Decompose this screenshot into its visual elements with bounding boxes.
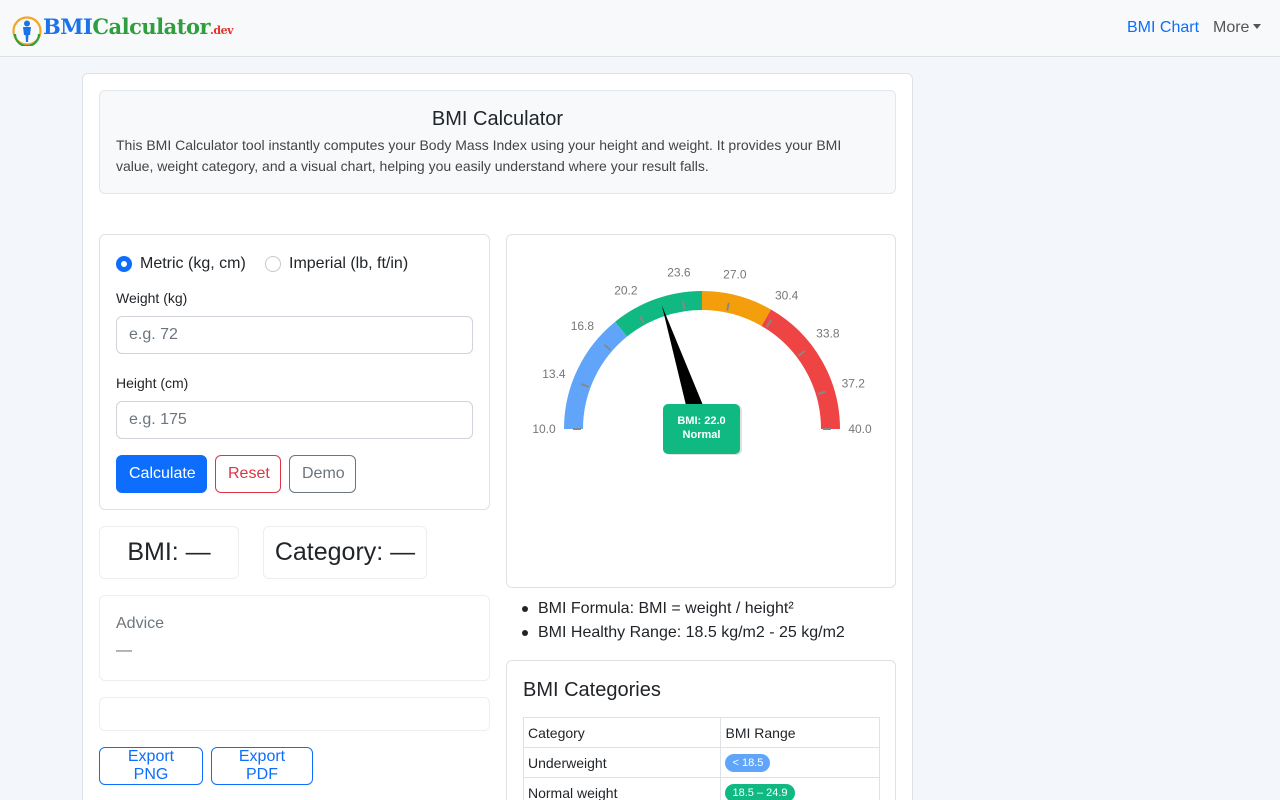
nav-more-dropdown[interactable]: More	[1213, 18, 1262, 38]
bmi-categories-card: BMI Categories Category BMI Range Underw…	[506, 660, 896, 800]
gauge-tick-label: 13.4	[542, 367, 566, 381]
bmi-healthy-range: BMI Healthy Range: 18.5 kg/m2 - 25 kg/m2	[522, 621, 845, 645]
unit-radio-metric[interactable]: Metric (kg, cm)	[116, 255, 246, 273]
demo-button[interactable]: Demo	[289, 455, 356, 493]
gauge-tick-label: 16.8	[571, 319, 595, 333]
bmi-formula: BMI Formula: BMI = weight / height²	[522, 597, 845, 621]
range-badge: 18.5 – 24.9	[725, 784, 795, 800]
unit-radio-imperial[interactable]: Imperial (lb, ft/in)	[265, 255, 408, 273]
page-title: BMI Calculator	[431, 108, 564, 130]
unit-radio-metric-label: Metric (kg, cm)	[140, 255, 246, 272]
chevron-down-icon	[1253, 24, 1262, 29]
weight-label: Weight (kg)	[116, 290, 188, 306]
range-badge: < 18.5	[725, 754, 771, 772]
height-label: Height (cm)	[116, 375, 189, 391]
nav-bmi-chart-link[interactable]: BMI Chart	[1127, 18, 1199, 38]
reset-button[interactable]: Reset	[215, 455, 281, 493]
export-png-button[interactable]: Export PNG	[99, 747, 203, 785]
gauge-segment	[701, 291, 771, 327]
gauge-category: Normal	[682, 429, 721, 441]
gauge-tick-label: 37.2	[842, 376, 866, 390]
header-category: Category	[522, 717, 722, 748]
gauge-segment	[615, 291, 703, 337]
nav-more-label: More	[1213, 19, 1250, 36]
person-logo-icon	[12, 16, 42, 46]
intro-panel: BMI Calculator This BMI Calculator tool …	[99, 90, 896, 194]
gauge-tick-label: 20.2	[614, 284, 638, 298]
table-header-row: Category BMI Range	[522, 717, 880, 748]
table-row: Normal weight 18.5 – 24.9	[522, 777, 880, 800]
gauge-tick	[682, 301, 686, 310]
bmi-result: BMI: —	[99, 526, 239, 579]
gauge-bmi-value: BMI: 22.0	[677, 415, 726, 427]
gauge-tick-label: 27.0	[723, 267, 747, 281]
gauge-tick-label: 10.0	[532, 422, 556, 436]
category-name: Normal weight	[522, 777, 722, 800]
radio-checked-icon[interactable]	[116, 256, 132, 272]
gauge-tick-label: 40.0	[848, 422, 872, 436]
categories-table: Category BMI Range Underweight < 18.5 No…	[522, 717, 880, 800]
brand-name: BMICalculator.dev	[43, 14, 233, 39]
advice-text: —	[116, 642, 132, 659]
bmi-gauge-card: 10.0 13.4 16.8 20.2 23.6 27.0 30.4 33.8 37.2 40.0…	[506, 234, 896, 588]
weight-input[interactable]	[116, 316, 473, 354]
intro-description: This BMI Calculator tool instantly compu…	[116, 137, 842, 174]
unit-radio-imperial-label: Imperial (lb, ft/in)	[289, 255, 409, 272]
category-range-cell: 18.5 – 24.9	[720, 777, 880, 800]
category-name: Underweight	[522, 747, 722, 778]
gauge-tick-label: 30.4	[775, 289, 799, 303]
categories-title: BMI Categories	[523, 679, 661, 701]
brand-logo-link[interactable]: BMICalculator.dev	[12, 14, 233, 46]
category-result: Category: —	[263, 526, 427, 579]
empty-panel	[99, 697, 490, 731]
gauge-tick-label: 23.6	[667, 266, 691, 280]
gauge-tick-label: 33.8	[816, 326, 840, 340]
navbar: BMICalculator.dev BMI Chart More	[0, 0, 1280, 57]
advice-title: Advice	[116, 615, 165, 632]
calculate-button[interactable]: Calculate	[116, 455, 207, 493]
export-pdf-button[interactable]: Export PDF	[211, 747, 313, 785]
gauge-segment	[564, 321, 628, 430]
header-bmi-range: BMI Range	[720, 717, 880, 748]
radio-unchecked-icon[interactable]	[265, 256, 281, 272]
gauge-value-bubble: BMI: 22.0 Normal	[663, 404, 740, 454]
height-input[interactable]	[116, 401, 473, 439]
advice-card: Advice —	[99, 595, 490, 681]
bmi-info-list: BMI Formula: BMI = weight / height² BMI …	[522, 597, 845, 645]
table-row: Underweight < 18.5	[522, 747, 880, 778]
category-range-cell: < 18.5	[720, 747, 880, 778]
